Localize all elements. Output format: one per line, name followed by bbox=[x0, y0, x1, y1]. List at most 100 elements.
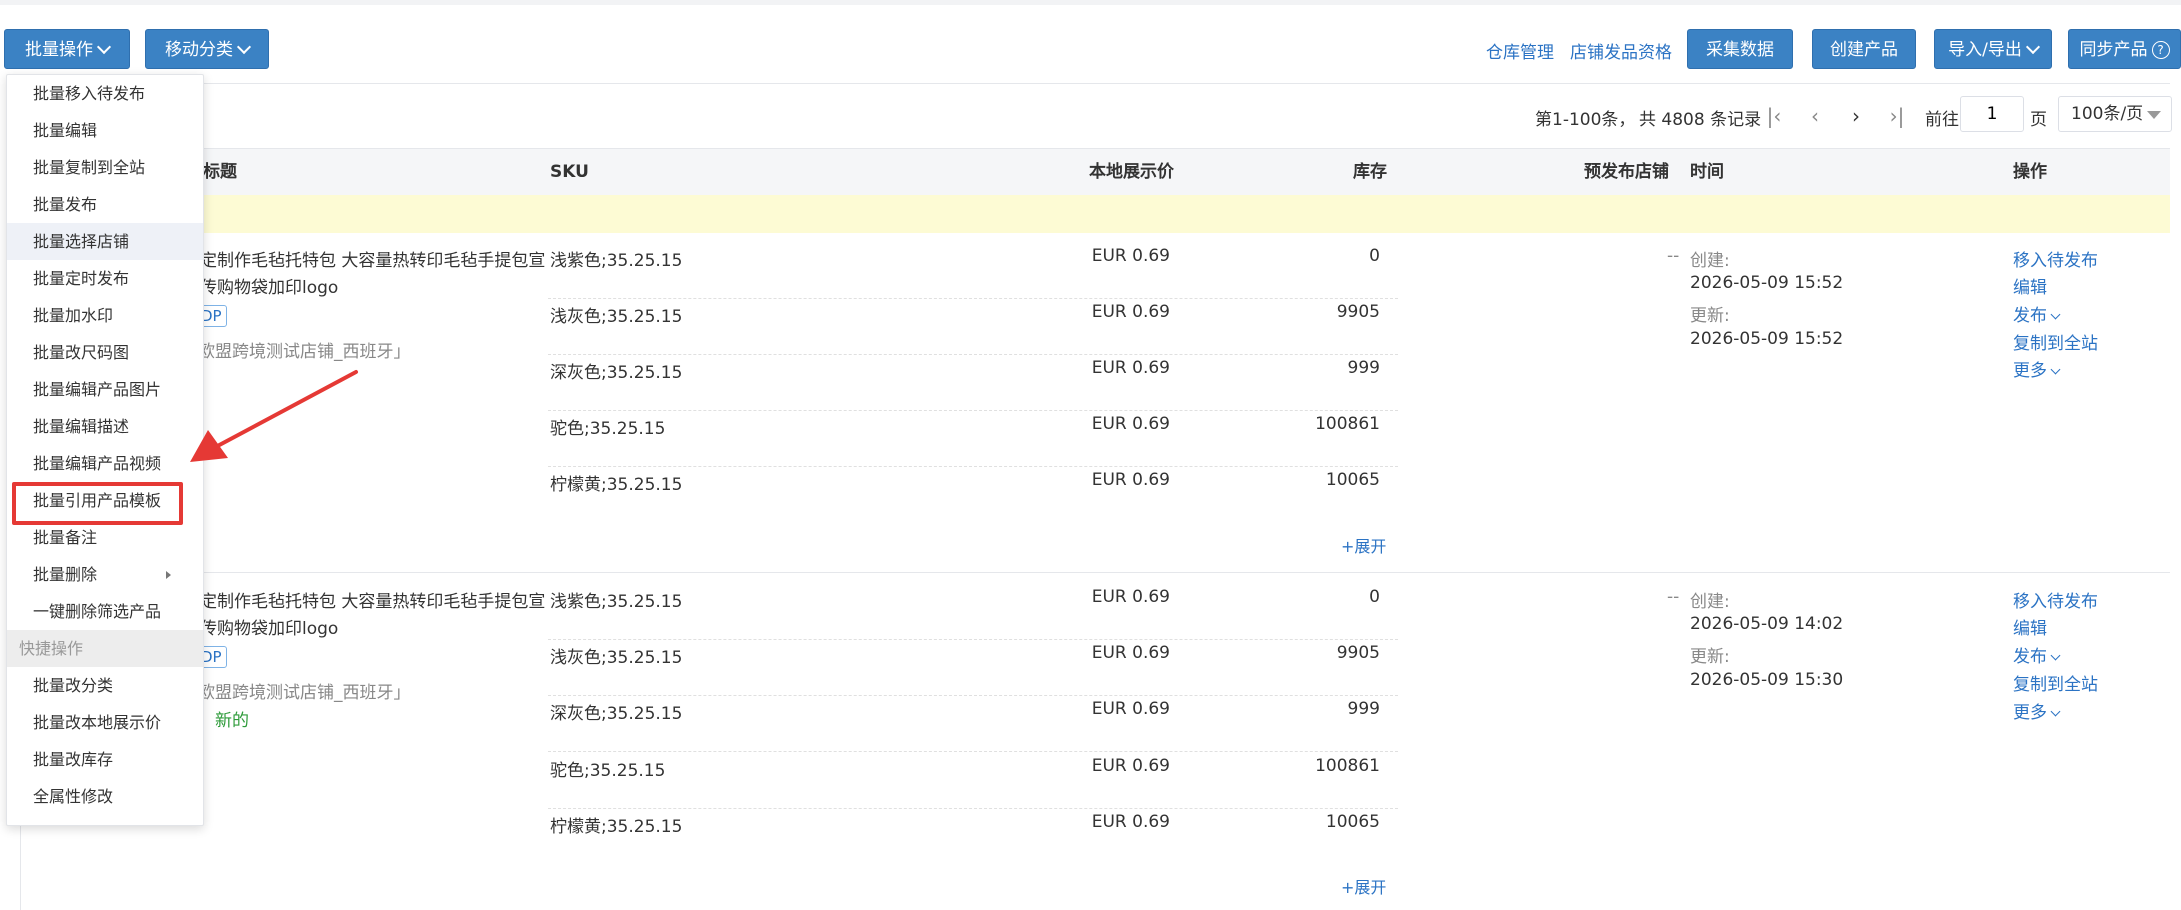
chevron-down-icon bbox=[2025, 39, 2040, 55]
sku-cell: 柠檬黄;35.25.15 bbox=[550, 817, 683, 837]
op-more[interactable]: 更多 bbox=[2013, 698, 2061, 723]
menu-item-batch-edit[interactable]: 批量编辑 bbox=[7, 112, 203, 149]
op-more-label: 更多 bbox=[2013, 361, 2047, 381]
menu-item-all-attributes[interactable]: 全属性修改 bbox=[7, 778, 203, 815]
op-edit[interactable]: 编辑 bbox=[2013, 614, 2047, 639]
updated-time: 2026-05-09 15:52 bbox=[1690, 329, 1844, 349]
menu-item-batch-edit-video[interactable]: 批量编辑产品视频 bbox=[7, 445, 203, 482]
price-cell: EUR 0.69 bbox=[1091, 414, 1170, 434]
price-cell: EUR 0.69 bbox=[1091, 470, 1170, 490]
product-title-line2[interactable]: 传购物袋加印logo bbox=[200, 614, 338, 639]
stock-cell: 100861 bbox=[1315, 414, 1380, 434]
next-page-icon[interactable]: › bbox=[1844, 104, 1868, 128]
page-unit-label: 页 bbox=[2030, 110, 2047, 130]
header-price: 本地展示价 bbox=[1089, 162, 1174, 182]
op-publish[interactable]: 发布 bbox=[2013, 642, 2061, 667]
menu-item-batch-delete[interactable]: 批量删除 bbox=[7, 556, 203, 593]
op-move-pending[interactable]: 移入待发布 bbox=[2013, 587, 2098, 612]
chevron-down-icon bbox=[2050, 309, 2061, 320]
price-cell: EUR 0.69 bbox=[1091, 246, 1170, 266]
menu-item-change-stock[interactable]: 批量改库存 bbox=[7, 741, 203, 778]
price-cell: EUR 0.69 bbox=[1091, 643, 1170, 663]
op-edit[interactable]: 编辑 bbox=[2013, 273, 2047, 298]
last-page-icon[interactable]: ›| bbox=[1885, 104, 1909, 128]
menu-item-batch-copy-all[interactable]: 批量复制到全站 bbox=[7, 149, 203, 186]
op-move-pending[interactable]: 移入待发布 bbox=[2013, 246, 2098, 271]
sku-cell: 驼色;35.25.15 bbox=[550, 419, 666, 439]
collect-data-button[interactable]: 采集数据 bbox=[1687, 29, 1793, 69]
import-export-label: 导入/导出 bbox=[1948, 40, 2022, 60]
stock-cell: 10065 bbox=[1325, 470, 1380, 490]
op-publish[interactable]: 发布 bbox=[2013, 301, 2061, 326]
batch-delete-label: 批量删除 bbox=[33, 565, 98, 584]
price-cell: EUR 0.69 bbox=[1091, 302, 1170, 322]
prev-page-icon[interactable]: ‹ bbox=[1803, 104, 1827, 128]
menu-item-change-category[interactable]: 批量改分类 bbox=[7, 667, 203, 704]
stock-cell: 0 bbox=[1369, 587, 1380, 607]
pagination-range: 第1-100条， bbox=[1535, 110, 1636, 130]
op-publish-label: 发布 bbox=[2013, 647, 2047, 667]
batch-ops-label: 批量操作 bbox=[25, 40, 93, 60]
batch-ops-button[interactable]: 批量操作 bbox=[4, 29, 130, 69]
stock-cell: 0 bbox=[1369, 246, 1380, 266]
page-number-input[interactable] bbox=[1960, 96, 2024, 132]
created-label: 创建: bbox=[1690, 251, 1730, 271]
import-export-button[interactable]: 导入/导出 bbox=[1934, 29, 2052, 69]
sku-cell: 浅紫色;35.25.15 bbox=[550, 251, 683, 271]
sku-cell: 深灰色;35.25.15 bbox=[550, 363, 683, 383]
stock-cell: 999 bbox=[1347, 699, 1380, 719]
price-cell: EUR 0.69 bbox=[1091, 358, 1170, 378]
created-label: 创建: bbox=[1690, 592, 1730, 612]
sku-divider bbox=[548, 466, 1398, 467]
top-strip bbox=[0, 0, 2181, 5]
menu-item-delete-filtered[interactable]: 一键删除筛选产品 bbox=[7, 593, 203, 630]
move-category-button[interactable]: 移动分类 bbox=[145, 29, 269, 69]
menu-item-batch-select-store[interactable]: 批量选择店铺 bbox=[7, 223, 203, 260]
chevron-down-icon bbox=[96, 39, 112, 55]
menu-item-batch-edit-description[interactable]: 批量编辑描述 bbox=[7, 408, 203, 445]
first-page-icon[interactable]: |‹ bbox=[1762, 104, 1786, 128]
warehouse-link[interactable]: 仓库管理 bbox=[1486, 38, 1554, 63]
sync-product-button[interactable]: 同步产品? bbox=[2068, 29, 2181, 69]
price-cell: EUR 0.69 bbox=[1091, 699, 1170, 719]
menu-item-batch-watermark[interactable]: 批量加水印 bbox=[7, 297, 203, 334]
op-more[interactable]: 更多 bbox=[2013, 356, 2061, 381]
create-product-button[interactable]: 创建产品 bbox=[1812, 29, 1916, 69]
product-title-line2[interactable]: 传购物袋加印logo bbox=[200, 273, 338, 298]
menu-item-change-local-price[interactable]: 批量改本地展示价 bbox=[7, 704, 203, 741]
stock-cell: 9905 bbox=[1336, 643, 1380, 663]
product-title[interactable]: 定制作毛毡托特包 大容量热转印毛毡手提包宣 bbox=[200, 246, 545, 271]
status-badge: ：新的 bbox=[198, 711, 249, 731]
product-title[interactable]: 定制作毛毡托特包 大容量热转印毛毡手提包宣 bbox=[200, 587, 545, 612]
menu-item-batch-size-chart[interactable]: 批量改尺码图 bbox=[7, 334, 203, 371]
store-qual-link[interactable]: 店铺发品资格 bbox=[1570, 38, 1672, 63]
batch-ops-menu: 批量移入待发布 批量编辑 批量复制到全站 批量发布 批量选择店铺 批量定时发布 … bbox=[6, 74, 204, 826]
toolbar-divider bbox=[20, 83, 2170, 84]
op-copy-all[interactable]: 复制到全站 bbox=[2013, 329, 2098, 354]
menu-group-quick-ops: 快捷操作 bbox=[7, 630, 203, 667]
stock-cell: 10065 bbox=[1325, 812, 1380, 832]
annotation-arrow-icon bbox=[190, 370, 358, 462]
chevron-down-icon bbox=[2050, 706, 2061, 717]
sku-cell: 浅灰色;35.25.15 bbox=[550, 648, 683, 668]
sku-divider bbox=[548, 410, 1398, 411]
sku-divider bbox=[548, 298, 1398, 299]
updated-label: 更新: bbox=[1690, 306, 1730, 326]
header-title: 标题 bbox=[203, 162, 237, 182]
menu-item-batch-edit-images[interactable]: 批量编辑产品图片 bbox=[7, 371, 203, 408]
expand-link[interactable]: +展开 bbox=[1341, 533, 1386, 557]
header-actions: 操作 bbox=[2013, 162, 2047, 182]
price-cell: EUR 0.69 bbox=[1091, 756, 1170, 776]
page-size-select[interactable]: 100条/页 bbox=[2058, 96, 2172, 132]
stock-cell: 9905 bbox=[1336, 302, 1380, 322]
sku-cell: 深灰色;35.25.15 bbox=[550, 704, 683, 724]
menu-item-batch-scheduled-publish[interactable]: 批量定时发布 bbox=[7, 260, 203, 297]
sync-label: 同步产品 bbox=[2079, 40, 2148, 60]
menu-item-batch-move-pending[interactable]: 批量移入待发布 bbox=[7, 75, 203, 112]
chevron-down-icon bbox=[236, 39, 252, 55]
annotation-highlight-box bbox=[12, 482, 183, 525]
store-name: 欧盟跨境测试店铺_西班牙」 bbox=[198, 342, 411, 362]
menu-item-batch-publish[interactable]: 批量发布 bbox=[7, 186, 203, 223]
op-copy-all[interactable]: 复制到全站 bbox=[2013, 670, 2098, 695]
expand-link[interactable]: +展开 bbox=[1341, 874, 1386, 898]
